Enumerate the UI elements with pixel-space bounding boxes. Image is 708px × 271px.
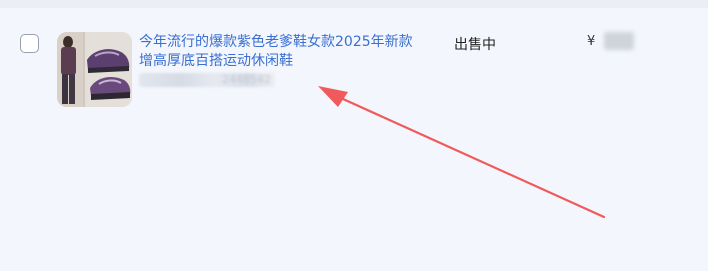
- arrow-annotation-icon: [318, 86, 606, 219]
